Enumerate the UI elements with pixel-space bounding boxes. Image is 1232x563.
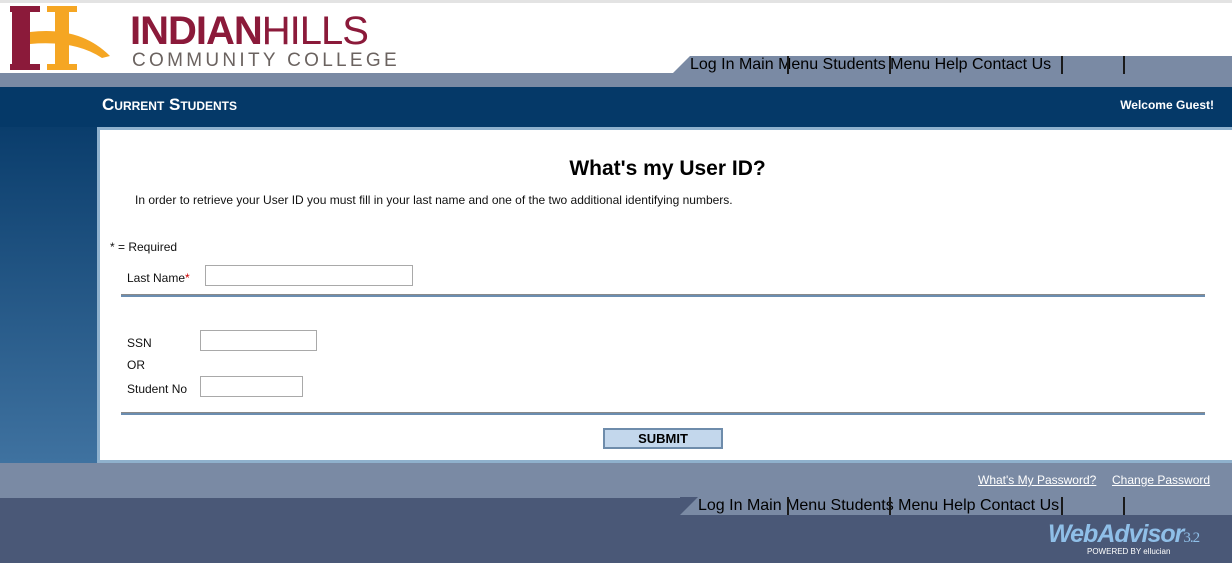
or-label: OR	[127, 358, 145, 372]
svg-text:INDIANHILLS: INDIANHILLS	[130, 9, 368, 53]
nav-students-menu[interactable]: Students Menu	[831, 497, 939, 514]
nav-main-menu[interactable]: Main Menu	[739, 56, 818, 73]
nav-help[interactable]: Help	[935, 56, 968, 73]
required-note: * = Required	[110, 240, 178, 254]
powered-by: POWERED BY ellucian	[1087, 547, 1171, 556]
whats-my-password-link[interactable]: What's My Password?	[978, 473, 1096, 487]
nav-log-in[interactable]: Log In	[690, 56, 734, 73]
section-title: Current Students	[102, 95, 238, 114]
intro-text: In order to retrieve your User ID you mu…	[135, 193, 733, 207]
webadvisor-logo: WebAdvisor3.2	[1048, 520, 1200, 548]
last-name-label: Last Name*	[127, 271, 190, 285]
student-no-input[interactable]	[200, 376, 303, 397]
divider	[121, 412, 1205, 415]
left-sidebar	[0, 127, 97, 463]
nav-contact-us[interactable]: Contact Us	[980, 497, 1059, 514]
header-band	[0, 73, 1232, 87]
ssn-input[interactable]	[200, 330, 317, 351]
top-border	[0, 0, 1232, 3]
indian-hills-logo: INDIANHILLS COMMUNITY COLLEGE	[10, 6, 400, 71]
nav-log-in[interactable]: Log In	[698, 497, 742, 514]
divider	[121, 294, 1205, 297]
nav-students-menu[interactable]: Students Menu	[823, 56, 931, 73]
ssn-label: SSN	[127, 336, 152, 350]
nav-help[interactable]: Help	[943, 497, 976, 514]
last-name-input[interactable]	[205, 265, 413, 286]
welcome-text: Welcome Guest!	[1120, 98, 1214, 112]
main-content: What's my User ID? In order to retrieve …	[97, 127, 1232, 463]
bottom-nav: Log In Main Menu Students Menu Help Cont…	[680, 497, 1232, 515]
top-nav: Log In Main Menu Students Menu Help Cont…	[672, 56, 1232, 74]
student-no-label: Student No	[127, 382, 188, 396]
submit-button[interactable]: SUBMIT	[603, 428, 723, 449]
page-title: What's my User ID?	[569, 157, 766, 180]
svg-text:COMMUNITY COLLEGE: COMMUNITY COLLEGE	[132, 50, 400, 71]
change-password-link[interactable]: Change Password	[1112, 473, 1210, 487]
nav-contact-us[interactable]: Contact Us	[972, 56, 1051, 73]
